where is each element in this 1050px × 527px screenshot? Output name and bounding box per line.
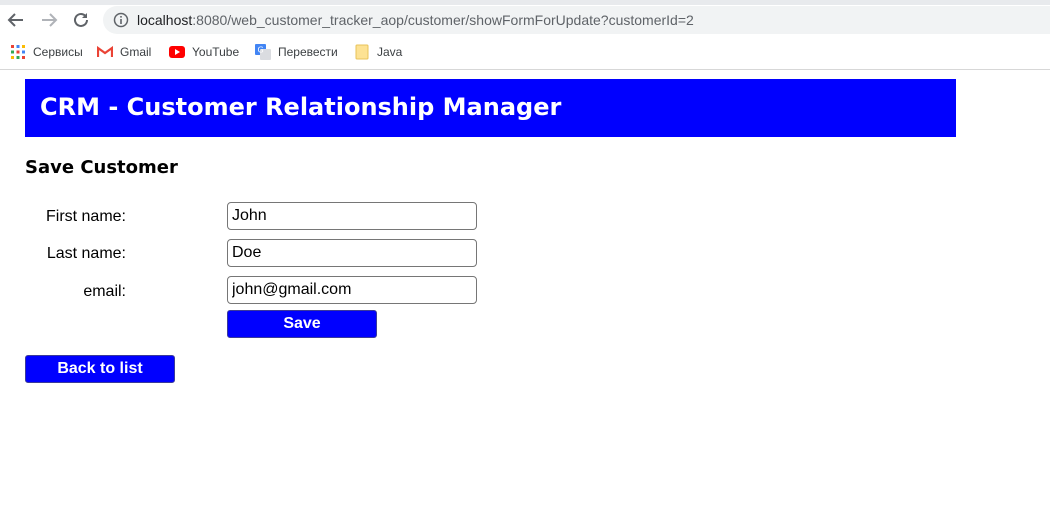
save-button[interactable]: Save: [227, 310, 377, 338]
reload-button[interactable]: [70, 8, 92, 32]
page-content: CRM - Customer Relationship Manager Save…: [0, 70, 1050, 526]
bookmark-label: YouTube: [192, 45, 240, 59]
address-bar[interactable]: localhost:8080/web_customer_tracker_aop/…: [103, 6, 1050, 34]
form-title: Save Customer: [25, 157, 178, 178]
bookmark-label: Java: [377, 45, 403, 59]
app-title: CRM - Customer Relationship Manager: [40, 93, 562, 121]
bookmark-gmail[interactable]: Gmail: [97, 43, 151, 61]
back-arrow-icon: [7, 13, 23, 27]
bookmark-services[interactable]: Сервисы: [10, 43, 83, 61]
first-name-label: First name:: [45, 208, 126, 225]
bookmark-label: Gmail: [120, 45, 152, 59]
forward-button[interactable]: [38, 8, 60, 32]
url-text[interactable]: localhost:8080/web_customer_tracker_aop/…: [137, 11, 694, 29]
reload-icon: [74, 12, 88, 27]
app-header: CRM - Customer Relationship Manager: [25, 79, 956, 137]
browser-chrome: localhost:8080/web_customer_tracker_aop/…: [0, 0, 1050, 70]
url-host: localhost: [137, 12, 193, 28]
apps-grid-icon: [10, 44, 26, 60]
email-input[interactable]: [227, 276, 477, 304]
last-name-input[interactable]: [227, 239, 477, 267]
forward-arrow-icon: [42, 13, 58, 27]
first-name-input[interactable]: [227, 202, 477, 230]
youtube-icon: [169, 44, 185, 60]
translate-icon: G: [255, 44, 271, 60]
bookmark-youtube[interactable]: YouTube: [169, 43, 239, 61]
bookmark-java-folder[interactable]: Java: [354, 43, 402, 61]
back-to-list-button[interactable]: Back to list: [25, 355, 175, 383]
gmail-icon: [97, 44, 113, 60]
bookmarks-bar: Сервисы Gmail YouTube G Перевести Java: [0, 40, 1050, 64]
url-path: :8080/web_customer_tracker_aop/customer/…: [192, 12, 694, 28]
bookmark-translate[interactable]: G Перевести: [255, 43, 338, 61]
back-button[interactable]: [5, 8, 27, 32]
bookmark-label: Перевести: [278, 45, 338, 59]
info-icon[interactable]: [113, 12, 129, 28]
bookmark-label: Сервисы: [33, 45, 83, 59]
last-name-label: Last name:: [46, 245, 126, 262]
folder-icon: [354, 44, 370, 60]
svg-text:G: G: [258, 46, 264, 55]
email-label: email:: [83, 283, 126, 300]
tab-strip: [0, 0, 1050, 5]
